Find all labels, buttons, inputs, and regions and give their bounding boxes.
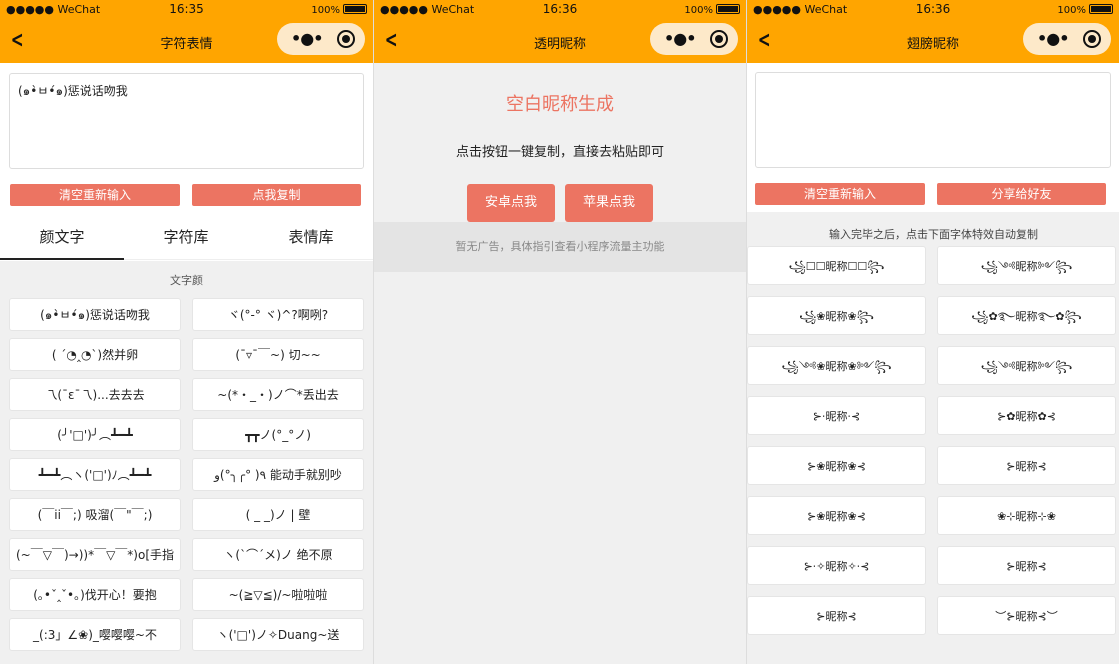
tab-kaomoji[interactable]: 颜文字 bbox=[0, 216, 124, 260]
more-icon[interactable]: •●• bbox=[1037, 29, 1069, 48]
apple-button[interactable]: 苹果点我 bbox=[565, 184, 653, 222]
status-bar: ●●●●● WeChat 16:35 100% bbox=[0, 0, 373, 20]
instruction-text: 点击按钮一键复制，直接去粘贴即可 bbox=[455, 145, 664, 160]
emoticon-item[interactable]: ヾ(°-° ヾ)^?啊咧? bbox=[192, 298, 364, 331]
emoticon-input[interactable]: (๑•̀ㅂ•́๑)惩说话吻我 bbox=[9, 73, 364, 169]
android-button[interactable]: 安卓点我 bbox=[467, 184, 555, 222]
battery-icon bbox=[716, 4, 740, 14]
emoticon-item[interactable]: 乁(ˉεˉ乁)...去去去 bbox=[9, 378, 181, 411]
nav-bar: < 翅膀昵称 •●• bbox=[747, 20, 1119, 63]
battery-icon bbox=[343, 4, 367, 14]
heading: 空白昵称生成 bbox=[506, 94, 614, 115]
screen-emoticons: ●●●●● WeChat 16:35 100% < 字符表情 •●• (๑•̀ㅂ… bbox=[0, 0, 373, 664]
more-icon[interactable]: •●• bbox=[664, 29, 696, 48]
battery: 100% bbox=[1057, 4, 1113, 16]
emoticon-item[interactable]: ┻━┻︵ヽ('□')ﾉ︵┻━┻ bbox=[9, 458, 181, 491]
battery-icon bbox=[1089, 4, 1113, 14]
mini-program-capsule: •●• bbox=[1023, 23, 1111, 55]
nickname-style-item[interactable]: ⊱⋅昵称⋅⊰ bbox=[747, 396, 926, 435]
battery: 100% bbox=[684, 4, 740, 16]
nickname-style-item[interactable]: ꧁༺昵称༻꧂ bbox=[937, 346, 1116, 385]
clear-button[interactable]: 清空重新输入 bbox=[755, 183, 925, 205]
nickname-style-item[interactable]: ꧁༺昵称༻꧂ bbox=[937, 246, 1116, 285]
emoticon-item[interactable]: _(:3」∠❀)_嘤嘤嘤~不 bbox=[9, 618, 181, 651]
nickname-style-item[interactable]: ⊱昵称⊰ bbox=[937, 446, 1116, 485]
clear-button[interactable]: 清空重新输入 bbox=[10, 184, 180, 206]
nickname-style-item[interactable]: ꧁☐☐昵称☐☐꧂ bbox=[747, 246, 926, 285]
emoticon-item[interactable]: ٩( °╭╮°)و 能动手就别吵 bbox=[192, 458, 364, 491]
tab-symbols[interactable]: 字符库 bbox=[124, 216, 248, 260]
emoticon-item[interactable]: (~￣▽￣)→))*￣▽￣*)o[手指 bbox=[9, 538, 181, 571]
battery: 100% bbox=[311, 4, 367, 16]
emoticon-item[interactable]: ~(*・_・)ノ⌒*丢出去 bbox=[192, 378, 364, 411]
more-icon[interactable]: •●• bbox=[291, 29, 323, 48]
mini-program-capsule: •●• bbox=[277, 23, 365, 55]
nickname-style-item[interactable]: ꧁✿࿐昵称࿐✿꧂ bbox=[937, 296, 1116, 335]
ad-placeholder: 暂无广告，具体指引查看小程序流量主功能 bbox=[374, 222, 746, 272]
nickname-style-item[interactable]: ⊱昵称⊰ bbox=[747, 596, 926, 635]
screen-blank-nickname: ●●●●● WeChat 16:36 100% < 透明昵称 •●• 空白昵称生… bbox=[373, 0, 746, 664]
status-bar: ●●●●● WeChat 16:36 100% bbox=[747, 0, 1119, 20]
tab-emoji[interactable]: 表情库 bbox=[249, 216, 373, 260]
copy-button[interactable]: 点我复制 bbox=[192, 184, 361, 206]
close-icon[interactable] bbox=[1083, 30, 1101, 48]
tab-bar: 颜文字 字符库 表情库 bbox=[0, 216, 373, 260]
emoticon-item[interactable]: ヽ('□')ノ✧Duang~送 bbox=[192, 618, 364, 651]
nickname-style-item[interactable]: ︶⊱昵称⊰︶ bbox=[937, 596, 1116, 635]
nickname-style-item[interactable]: ⊱❀昵称❀⊰ bbox=[747, 496, 926, 535]
nav-bar: < 字符表情 •●• bbox=[0, 20, 373, 63]
share-button[interactable]: 分享给好友 bbox=[937, 183, 1106, 205]
emoticon-item[interactable]: (¯▿¯￣~) 切~~ bbox=[192, 338, 364, 371]
emoticon-item[interactable]: (๑•̀ㅂ•́๑)惩说话吻我 bbox=[9, 298, 181, 331]
emoticon-list: 文字颜 (๑•̀ㅂ•́๑)惩说话吻我 ヾ(°-° ヾ)^?啊咧? ( ´◔‸◔`)然… bbox=[0, 261, 373, 664]
nickname-input[interactable] bbox=[755, 72, 1111, 168]
nickname-style-item[interactable]: ⊱✿昵称✿⊰ bbox=[937, 396, 1116, 435]
emoticon-item[interactable]: ┳┳ノ(°_°ノ) bbox=[192, 418, 364, 451]
status-bar: ●●●●● WeChat 16:36 100% bbox=[374, 0, 746, 20]
nickname-style-item[interactable]: ꧁❀昵称❀꧂ bbox=[747, 296, 926, 335]
screen-wing-nickname: ●●●●● WeChat 16:36 100% < 翅膀昵称 •●• 清空重新输… bbox=[746, 0, 1119, 664]
emoticon-item[interactable]: (╯'□')╯︵┻━┻ bbox=[9, 418, 181, 451]
emoticon-item[interactable]: ~(≧▽≦)/~啦啦啦 bbox=[192, 578, 364, 611]
emoticon-item[interactable]: ( ´◔‸◔`)然并卵 bbox=[9, 338, 181, 371]
emoticon-item[interactable]: (￣ii￣;) 吸溜(￣"￣;) bbox=[9, 498, 181, 531]
nickname-style-item[interactable]: ⊱昵称⊰ bbox=[937, 546, 1116, 585]
emoticon-item[interactable]: ヽ(`⌒´メ)ノ 绝不原 bbox=[192, 538, 364, 571]
hint-text: 输入完毕之后，点击下面字体特效自动复制 bbox=[829, 228, 1038, 241]
close-icon[interactable] bbox=[710, 30, 728, 48]
close-icon[interactable] bbox=[337, 30, 355, 48]
emoticon-item[interactable]: (｡•ˇ‸ˇ•｡)伐开心！要抱 bbox=[9, 578, 181, 611]
nickname-style-item[interactable]: ꧁༺❀昵称❀༻꧂ bbox=[747, 346, 926, 385]
mini-program-capsule: •●• bbox=[650, 23, 738, 55]
nav-bar: < 透明昵称 •●• bbox=[374, 20, 746, 63]
section-title: 文字颜 bbox=[170, 274, 203, 287]
nickname-style-item[interactable]: ⊱❀昵称❀⊰ bbox=[747, 446, 926, 485]
nickname-styles-list: 输入完毕之后，点击下面字体特效自动复制 ꧁☐☐昵称☐☐꧂ ꧁༺昵称༻꧂ ꧁❀昵称❀꧂… bbox=[747, 212, 1119, 664]
nickname-style-item[interactable]: ❀⊹昵称⊹❀ bbox=[937, 496, 1116, 535]
emoticon-item[interactable]: ( _ _)ノ | 壁 bbox=[192, 498, 364, 531]
nickname-style-item[interactable]: ⊱⋅✧昵称✧⋅⊰ bbox=[747, 546, 926, 585]
